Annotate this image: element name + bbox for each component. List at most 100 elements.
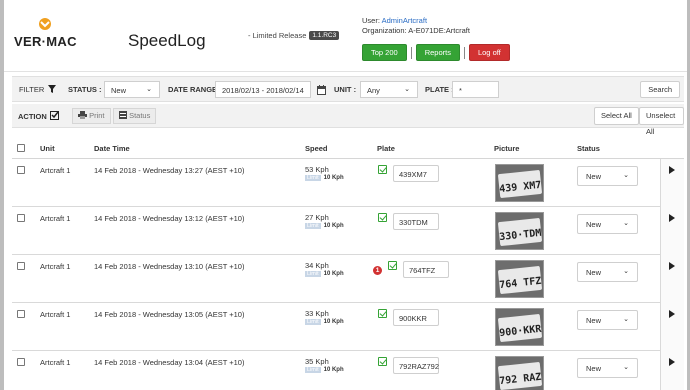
unit-cell: Artcraft 1 [40,166,71,175]
plate-photo-icon: 792 RAZ [496,357,543,390]
table-row: Artcraft 1 14 Feb 2018 - Wednesday 13:27… [12,159,684,207]
limit-tag: Limit [305,223,321,229]
select-all-button[interactable]: Select All [594,107,639,125]
datetime-cell: 14 Feb 2018 - Wednesday 13:05 (AEST +10) [94,310,245,319]
speed-limit: Limit 10 Kph [305,367,344,373]
table-row: Artcraft 1 14 Feb 2018 - Wednesday 13:12… [12,207,684,255]
datetime-cell: 14 Feb 2018 - Wednesday 13:27 (AEST +10) [94,166,245,175]
status-value: New [586,172,602,181]
select-all-checkbox[interactable] [17,144,25,152]
col-picture: Picture [494,144,520,153]
calendar-icon[interactable] [317,85,326,95]
unit-filter-label: UNIT : [334,85,357,94]
speed-limit: Limit 10 Kph [305,271,344,277]
limit-tag: Limit [305,175,321,181]
plate-photo-icon: 900·KKR [496,309,543,345]
top200-button[interactable]: Top 200 [362,44,407,61]
chevron-down-icon: ⌄ [623,364,629,371]
plate-verified-icon[interactable] [378,213,387,222]
limit-tag: Limit [305,367,321,373]
limit-tag: Limit [305,271,321,277]
plate-picture[interactable]: 792 RAZ [495,356,544,390]
plate-input[interactable]: 764TFZ [403,261,449,278]
caret-right-icon [669,310,675,318]
plate-input[interactable]: 792RAZ792 [393,357,439,374]
row-expand-button[interactable] [660,159,684,207]
caret-right-icon [669,358,675,366]
limit-value: 10 Kph [323,319,344,325]
row-checkbox[interactable] [17,166,25,174]
status-filter-value: New [111,86,127,95]
row-expand-button[interactable] [660,207,684,255]
status-value: New [586,316,602,325]
col-status: Status [577,144,600,153]
limit-value: 10 Kph [323,223,344,229]
limit-value: 10 Kph [323,175,344,181]
row-checkbox[interactable] [17,310,25,318]
plate-picture[interactable]: 330·TDM [495,212,544,250]
release-badge: 1.1.RC3 [309,31,340,40]
table-row: Artcraft 1 14 Feb 2018 - Wednesday 13:10… [12,255,684,303]
plate-verified-icon[interactable] [378,165,387,174]
status-filter-label: STATUS : [68,85,102,94]
reports-button[interactable]: Reports [415,44,460,61]
print-button[interactable]: Print [72,108,111,124]
plate-input[interactable]: 330TDM [393,213,439,230]
app-header: VER·MAC SpeedLog - Limited Release 1.1.RC… [4,0,687,72]
row-expand-button[interactable] [660,303,684,351]
app-title: SpeedLog [128,31,206,50]
unit-filter-select[interactable]: Any ⌄ [360,81,418,98]
divider [410,46,412,59]
speed-value: 35 Kph [305,357,329,366]
printer-icon [78,111,87,119]
list-icon [119,111,127,119]
chevron-down-icon: ⌄ [623,172,629,179]
logoff-button[interactable]: Log off [468,44,510,61]
plate-input[interactable]: 439XM7 [393,165,439,182]
action-bar: ACTION Print Status Select All Unselect … [12,104,684,136]
plate-verified-icon[interactable] [378,309,387,318]
plate-picture[interactable]: 439 XM7 [495,164,544,202]
col-unit: Unit [40,144,55,153]
plate-input[interactable]: 900KKR [393,309,439,326]
status-select[interactable]: New ⌄ [577,358,638,378]
row-checkbox[interactable] [17,262,25,270]
unit-cell: Artcraft 1 [40,214,71,223]
chevron-down-icon: ⌄ [623,220,629,227]
logo-text: VER·MAC [14,34,77,49]
plate-filter-input[interactable]: * [452,81,499,98]
chevron-down-icon: ⌄ [623,268,629,275]
status-select[interactable]: New ⌄ [577,214,638,234]
chevron-down-icon: ⌄ [404,86,410,93]
warning-badge: 1 [373,266,382,275]
date-range-input[interactable]: 2018/02/13 - 2018/02/14 [215,81,311,98]
status-value: New [586,220,602,229]
row-expand-button[interactable] [660,351,684,390]
datetime-cell: 14 Feb 2018 - Wednesday 13:12 (AEST +10) [94,214,245,223]
row-checkbox[interactable] [17,214,25,222]
filter-bar: FILTER STATUS : New ⌄ DATE RANGE : 2018/… [12,76,684,102]
plate-picture[interactable]: 900·KKR [495,308,544,346]
status-select[interactable]: New ⌄ [577,262,638,282]
status-action-button[interactable]: Status [113,108,157,124]
unit-filter-value: Any [367,86,380,95]
status-select[interactable]: New ⌄ [577,310,638,330]
chevron-down-icon: ⌄ [623,316,629,323]
logo-chevron-icon [39,18,51,30]
plate-verified-icon[interactable] [378,357,387,366]
release-text: - Limited Release [248,31,307,40]
app-frame: VER·MAC SpeedLog - Limited Release 1.1.RC… [0,0,690,390]
plate-verified-icon[interactable] [388,261,397,270]
vermac-logo: VER·MAC [14,18,104,49]
user-name-link[interactable]: AdminArtcraft [382,16,427,25]
status-filter-select[interactable]: New ⌄ [104,81,160,98]
plate-filter-label: PLATE : [425,85,454,94]
unselect-all-button[interactable]: Unselect All [639,107,684,136]
row-checkbox[interactable] [17,358,25,366]
row-expand-button[interactable] [660,255,684,303]
status-select[interactable]: New ⌄ [577,166,638,186]
search-button[interactable]: Search [640,81,680,98]
limit-value: 10 Kph [323,367,344,373]
user-info: User: AdminArtcraft Organization: A-E071… [362,16,470,36]
plate-picture[interactable]: 764 TFZ [495,260,544,298]
